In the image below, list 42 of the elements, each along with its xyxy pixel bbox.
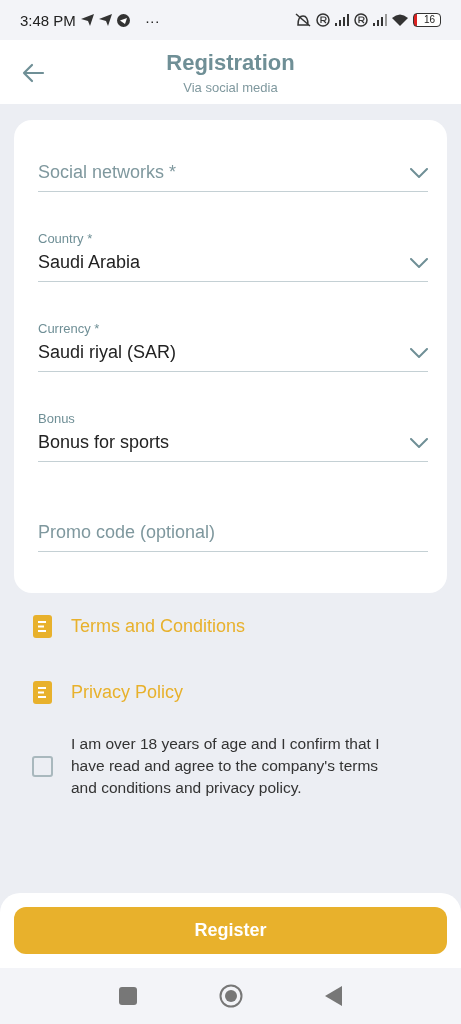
page-subtitle: Via social media	[183, 79, 278, 95]
home-icon[interactable]	[219, 984, 243, 1008]
form-field[interactable]: Country * Saudi Arabia	[38, 192, 428, 282]
muted-bell-icon	[294, 13, 311, 27]
back-icon[interactable]	[325, 986, 342, 1006]
form-field[interactable]: Social networks *	[38, 120, 428, 192]
field-placeholder: Social networks *	[38, 162, 177, 183]
register-button[interactable]: Register	[14, 907, 447, 954]
roaming-icon	[315, 13, 330, 27]
field-value: Saudi riyal (SAR)	[38, 342, 177, 363]
paper-plane-circle-icon	[116, 13, 130, 27]
field-value: Saudi Arabia	[38, 252, 141, 273]
form-field[interactable]: Currency * Saudi riyal (SAR)	[38, 282, 428, 372]
document-link[interactable]: Privacy Policy	[71, 681, 184, 703]
roaming-icon	[353, 13, 368, 27]
signal-icon	[372, 14, 387, 26]
field-label: Bonus	[38, 411, 76, 426]
back-arrow-icon[interactable]	[21, 63, 45, 83]
paper-plane-icon	[98, 14, 112, 26]
agreement-checkbox[interactable]	[32, 755, 53, 777]
form-field[interactable]: Promo code (optional)	[38, 462, 428, 552]
form-field[interactable]: Bonus Bonus for sports	[38, 372, 428, 462]
chevron-down-icon	[410, 347, 428, 358]
more-notifications: ···	[144, 11, 160, 29]
page-title: Registration	[166, 49, 295, 76]
chevron-down-icon	[410, 437, 428, 448]
field-label: Country *	[38, 231, 94, 246]
agreement-text: I am over 18 years of age and I confirm that I have read and agree to the company's terms and conditions and privacy policy.	[71, 734, 381, 798]
field-value: Bonus for sports	[38, 432, 170, 453]
chevron-down-icon	[410, 257, 428, 268]
signal-icon	[334, 14, 349, 26]
document-link[interactable]: Terms and Conditions	[71, 615, 246, 637]
battery-indicator: 16	[412, 13, 441, 27]
chevron-down-icon	[410, 167, 428, 178]
wifi-icon	[391, 14, 408, 26]
field-placeholder: Promo code (optional)	[38, 522, 216, 543]
clock: 3:48 PM	[20, 11, 76, 29]
paper-plane-icon	[80, 14, 94, 26]
document-icon	[33, 680, 52, 704]
recents-icon[interactable]	[119, 987, 137, 1005]
document-icon	[33, 614, 52, 638]
field-label: Currency *	[38, 321, 101, 336]
